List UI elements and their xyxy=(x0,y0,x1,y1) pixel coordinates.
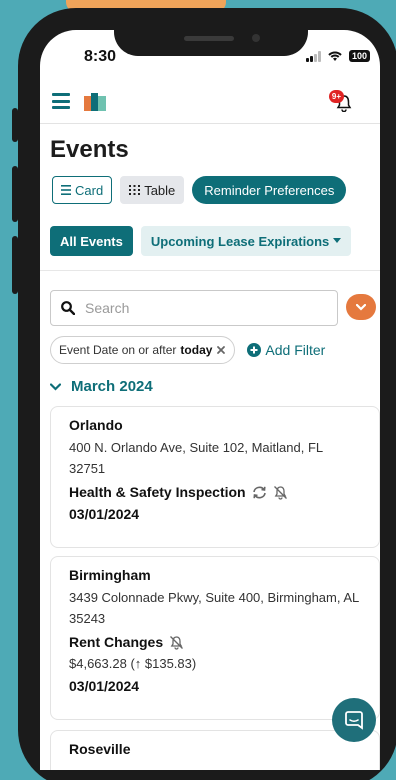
caret-down-icon xyxy=(333,238,342,243)
bell-off-icon xyxy=(273,485,287,500)
bell-off-icon xyxy=(170,635,184,650)
month-label: March 2024 xyxy=(71,378,153,395)
event-location: Roseville xyxy=(69,741,131,757)
add-filter-label: Add Filter xyxy=(265,342,326,358)
event-type-label: Rent Changes xyxy=(69,634,164,650)
event-address: 400 N. Orlando Ave, Suite 102, Maitland,… xyxy=(69,440,323,476)
reminder-preferences-button[interactable]: Reminder Preferences xyxy=(192,176,347,204)
event-type-label: Health & Safety Inspection xyxy=(69,484,246,500)
search-input[interactable] xyxy=(85,300,305,316)
chevron-down-icon xyxy=(50,382,61,391)
upcoming-tab-label: Upcoming Lease Expirations xyxy=(150,233,330,249)
phone-screen: 8:30 100 9+ Events Card Table Reminder P… xyxy=(40,30,380,770)
search-icon xyxy=(61,301,75,315)
chip-label: Event Date on or after xyxy=(59,343,177,357)
event-date: 03/01/2024 xyxy=(69,678,140,694)
battery-icon: 100 xyxy=(348,50,370,62)
event-card[interactable]: Birmingham 3439 Colonnade Pkwy, Suite 40… xyxy=(50,556,380,720)
app-logo xyxy=(84,93,106,111)
search-box xyxy=(50,290,338,326)
page-title: Events xyxy=(50,136,129,163)
event-type: Health & Safety Inspection xyxy=(69,481,361,503)
chevron-down-icon xyxy=(356,303,366,311)
chat-icon xyxy=(345,711,363,730)
event-date-filter-chip[interactable]: Event Date on or after today xyxy=(50,336,236,364)
plus-circle-icon xyxy=(247,343,262,357)
notification-badge: 9+ xyxy=(328,90,344,103)
grid-icon xyxy=(129,185,141,195)
signal-icon xyxy=(305,50,321,62)
event-card[interactable]: Orlando 400 N. Orlando Ave, Suite 102, M… xyxy=(50,406,380,548)
event-card[interactable]: Roseville xyxy=(50,730,380,770)
app-header: 9+ xyxy=(40,82,380,124)
menu-icon[interactable] xyxy=(52,93,70,109)
chat-button[interactable] xyxy=(332,698,376,742)
card-view-button[interactable]: Card xyxy=(52,176,113,204)
wifi-icon xyxy=(328,51,342,61)
table-view-button[interactable]: Table xyxy=(120,176,185,204)
active-filters: Event Date on or after today Add Filter xyxy=(50,336,325,364)
upcoming-lease-expirations-tab[interactable]: Upcoming Lease Expirations xyxy=(140,226,352,256)
expand-filters-button[interactable] xyxy=(346,294,376,320)
card-view-label: Card xyxy=(75,182,104,198)
phone-notch xyxy=(114,10,308,56)
event-date: 03/01/2024 xyxy=(69,506,140,522)
add-filter-button[interactable]: Add Filter xyxy=(247,342,325,358)
all-events-tab[interactable]: All Events xyxy=(50,226,133,256)
event-address: 3439 Colonnade Pkwy, Suite 400, Birmingh… xyxy=(69,590,359,626)
rent-amount: $4,663.28 (↑ $135.83) xyxy=(69,656,197,671)
view-toggle: Card Table Reminder Preferences xyxy=(52,176,347,204)
event-filter-tabs: All Events Upcoming Lease Expirations xyxy=(50,226,380,256)
recurring-icon xyxy=(252,486,266,498)
event-location: Birmingham xyxy=(69,567,151,583)
status-time: 8:30 xyxy=(84,48,117,65)
table-view-label: Table xyxy=(144,182,176,198)
divider xyxy=(40,270,380,271)
chip-value: today xyxy=(180,343,213,357)
list-icon xyxy=(61,185,71,195)
event-type: Rent Changes xyxy=(69,631,361,653)
event-location: Orlando xyxy=(69,417,123,433)
month-group-header[interactable]: March 2024 xyxy=(50,378,153,395)
close-icon[interactable] xyxy=(216,345,226,355)
